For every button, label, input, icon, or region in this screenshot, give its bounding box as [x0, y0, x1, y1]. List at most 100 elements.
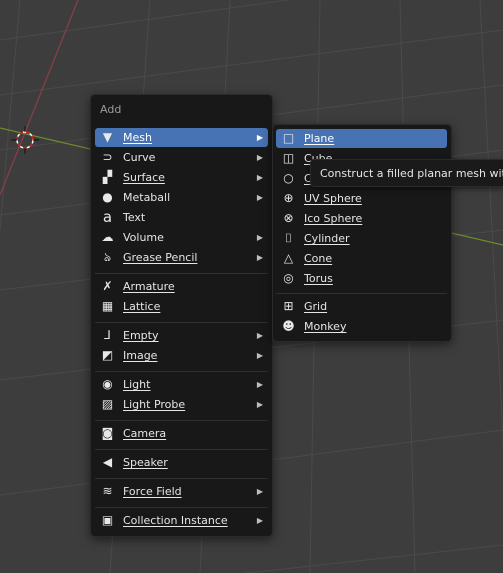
menu-item-camera[interactable]: ◙ Camera	[95, 424, 268, 443]
camera-icon: ◙	[101, 426, 114, 440]
3d-cursor-icon	[11, 126, 39, 154]
menu-item-label: Empty	[123, 329, 159, 342]
grease-pencil-icon: ঌ	[103, 250, 112, 264]
menu-item-label: Text	[123, 211, 146, 224]
uv-sphere-icon: ⊕	[283, 191, 294, 205]
empty-icon: ⅃	[104, 328, 111, 342]
menu-item-ico-sphere[interactable]: ⊗ Ico Sphere	[276, 209, 447, 228]
torus-icon: ◎	[283, 271, 294, 285]
menu-item-empty[interactable]: ⅃ Empty ▶	[95, 326, 268, 345]
menu-item-armature[interactable]: ✗ Armature	[95, 277, 268, 296]
submenu-arrow-icon: ▶	[256, 400, 263, 409]
menu-item-label: Surface	[123, 171, 165, 184]
menu-separator	[276, 293, 447, 294]
menu-item-label: Grid	[304, 300, 328, 313]
menu-item-light-probe[interactable]: ▨ Light Probe ▶	[95, 395, 268, 414]
menu-item-monkey[interactable]: ☻ Monkey	[276, 317, 447, 336]
cube-icon: ◫	[282, 151, 295, 165]
menu-item-cone[interactable]: △ Cone	[276, 249, 447, 268]
mesh-submenu: □ Plane ◫ Cube ○ Circle ⊕ UV Sphere ⊗ Ic…	[272, 124, 452, 342]
menu-separator	[95, 322, 268, 323]
submenu-arrow-icon: ▶	[256, 233, 263, 242]
menu-item-label: Cone	[304, 252, 333, 265]
menu-item-collection-instance[interactable]: ▣ Collection Instance ▶	[95, 511, 268, 530]
menu-item-label: Cylinder	[304, 232, 350, 245]
menu-item-label: Light Probe	[123, 398, 186, 411]
menu-separator	[95, 507, 268, 508]
tooltip: Construct a filled planar mesh with 4	[310, 159, 503, 187]
menu-item-label: UV Sphere	[304, 192, 362, 205]
mesh-icon: ▼	[102, 130, 113, 144]
menu-item-label: Camera	[123, 427, 167, 440]
submenu-arrow-icon: ▶	[256, 133, 263, 142]
submenu-arrow-icon: ▶	[256, 516, 263, 525]
menu-item-label: Armature	[123, 280, 175, 293]
menu-item-label: Collection Instance	[123, 514, 228, 527]
menu-item-label: Metaball	[123, 191, 171, 204]
circle-icon: ○	[283, 171, 294, 185]
menu-item-force-field[interactable]: ≋ Force Field ▶	[95, 482, 268, 501]
surface-icon: ▞	[102, 170, 113, 184]
submenu-arrow-icon: ▶	[256, 253, 263, 262]
curve-icon: ⊃	[102, 150, 113, 164]
menu-separator	[95, 420, 268, 421]
menu-item-label: Ico Sphere	[304, 212, 363, 225]
menu-item-curve[interactable]: ⊃ Curve ▶	[95, 148, 268, 167]
menu-item-label: Force Field	[123, 485, 182, 498]
menu-item-surface[interactable]: ▞ Surface ▶	[95, 168, 268, 187]
menu-item-torus[interactable]: ◎ Torus	[276, 269, 447, 288]
menu-item-image[interactable]: ◩ Image ▶	[95, 346, 268, 365]
menu-item-label: Monkey	[304, 320, 347, 333]
menu-item-label: Mesh	[123, 131, 152, 144]
menu-separator	[95, 273, 268, 274]
metaball-icon: ●	[102, 190, 113, 204]
menu-item-label: Curve	[123, 151, 156, 164]
collection-instance-icon: ▣	[101, 513, 114, 527]
text-icon: a	[102, 208, 113, 226]
menu-item-grid[interactable]: ⊞ Grid	[276, 297, 447, 316]
volume-icon: ☁	[101, 230, 114, 244]
ico-sphere-icon: ⊗	[283, 211, 294, 225]
menu-item-light[interactable]: ◉ Light ▶	[95, 375, 268, 394]
menu-item-plane[interactable]: □ Plane	[276, 129, 447, 148]
menu-item-uv-sphere[interactable]: ⊕ UV Sphere	[276, 189, 447, 208]
submenu-arrow-icon: ▶	[256, 380, 263, 389]
submenu-arrow-icon: ▶	[256, 193, 263, 202]
light-icon: ◉	[102, 377, 113, 391]
add-menu: Add ▼ Mesh ▶ ⊃ Curve ▶ ▞ Surface ▶ ● Met…	[90, 94, 273, 537]
armature-icon: ✗	[102, 279, 113, 293]
cylinder-icon: ⌷	[284, 231, 293, 245]
menu-item-grease-pencil[interactable]: ঌ Grease Pencil ▶	[95, 248, 268, 267]
menu-item-label: Torus	[304, 272, 333, 285]
menu-item-cylinder[interactable]: ⌷ Cylinder	[276, 229, 447, 248]
speaker-icon: ◀	[102, 455, 113, 469]
menu-item-lattice[interactable]: ▦ Lattice	[95, 297, 268, 316]
plane-icon: □	[282, 131, 295, 145]
menu-item-speaker[interactable]: ◀ Speaker	[95, 453, 268, 472]
menu-item-metaball[interactable]: ● Metaball ▶	[95, 188, 268, 207]
menu-item-volume[interactable]: ☁ Volume ▶	[95, 228, 268, 247]
grid-icon: ⊞	[283, 299, 294, 313]
menu-item-label: Image	[123, 349, 158, 362]
menu-item-label: Grease Pencil	[123, 251, 198, 264]
submenu-arrow-icon: ▶	[256, 351, 263, 360]
menu-item-label: Speaker	[123, 456, 168, 469]
menu-item-text[interactable]: a Text	[95, 208, 268, 227]
submenu-arrow-icon: ▶	[256, 487, 263, 496]
menu-item-mesh[interactable]: ▼ Mesh ▶	[95, 128, 268, 147]
menu-item-label: Lattice	[123, 300, 161, 313]
submenu-arrow-icon: ▶	[256, 173, 263, 182]
force-field-icon: ≋	[102, 484, 113, 498]
menu-item-label: Plane	[304, 132, 335, 145]
menu-separator	[95, 449, 268, 450]
menu-separator	[95, 371, 268, 372]
menu-title: Add	[100, 103, 122, 116]
submenu-arrow-icon: ▶	[256, 153, 263, 162]
lattice-icon: ▦	[101, 299, 114, 313]
submenu-arrow-icon: ▶	[256, 331, 263, 340]
light-probe-icon: ▨	[101, 397, 114, 411]
monkey-icon: ☻	[282, 319, 295, 333]
cone-icon: △	[283, 251, 294, 265]
menu-separator	[95, 478, 268, 479]
menu-item-label: Light	[123, 378, 151, 391]
